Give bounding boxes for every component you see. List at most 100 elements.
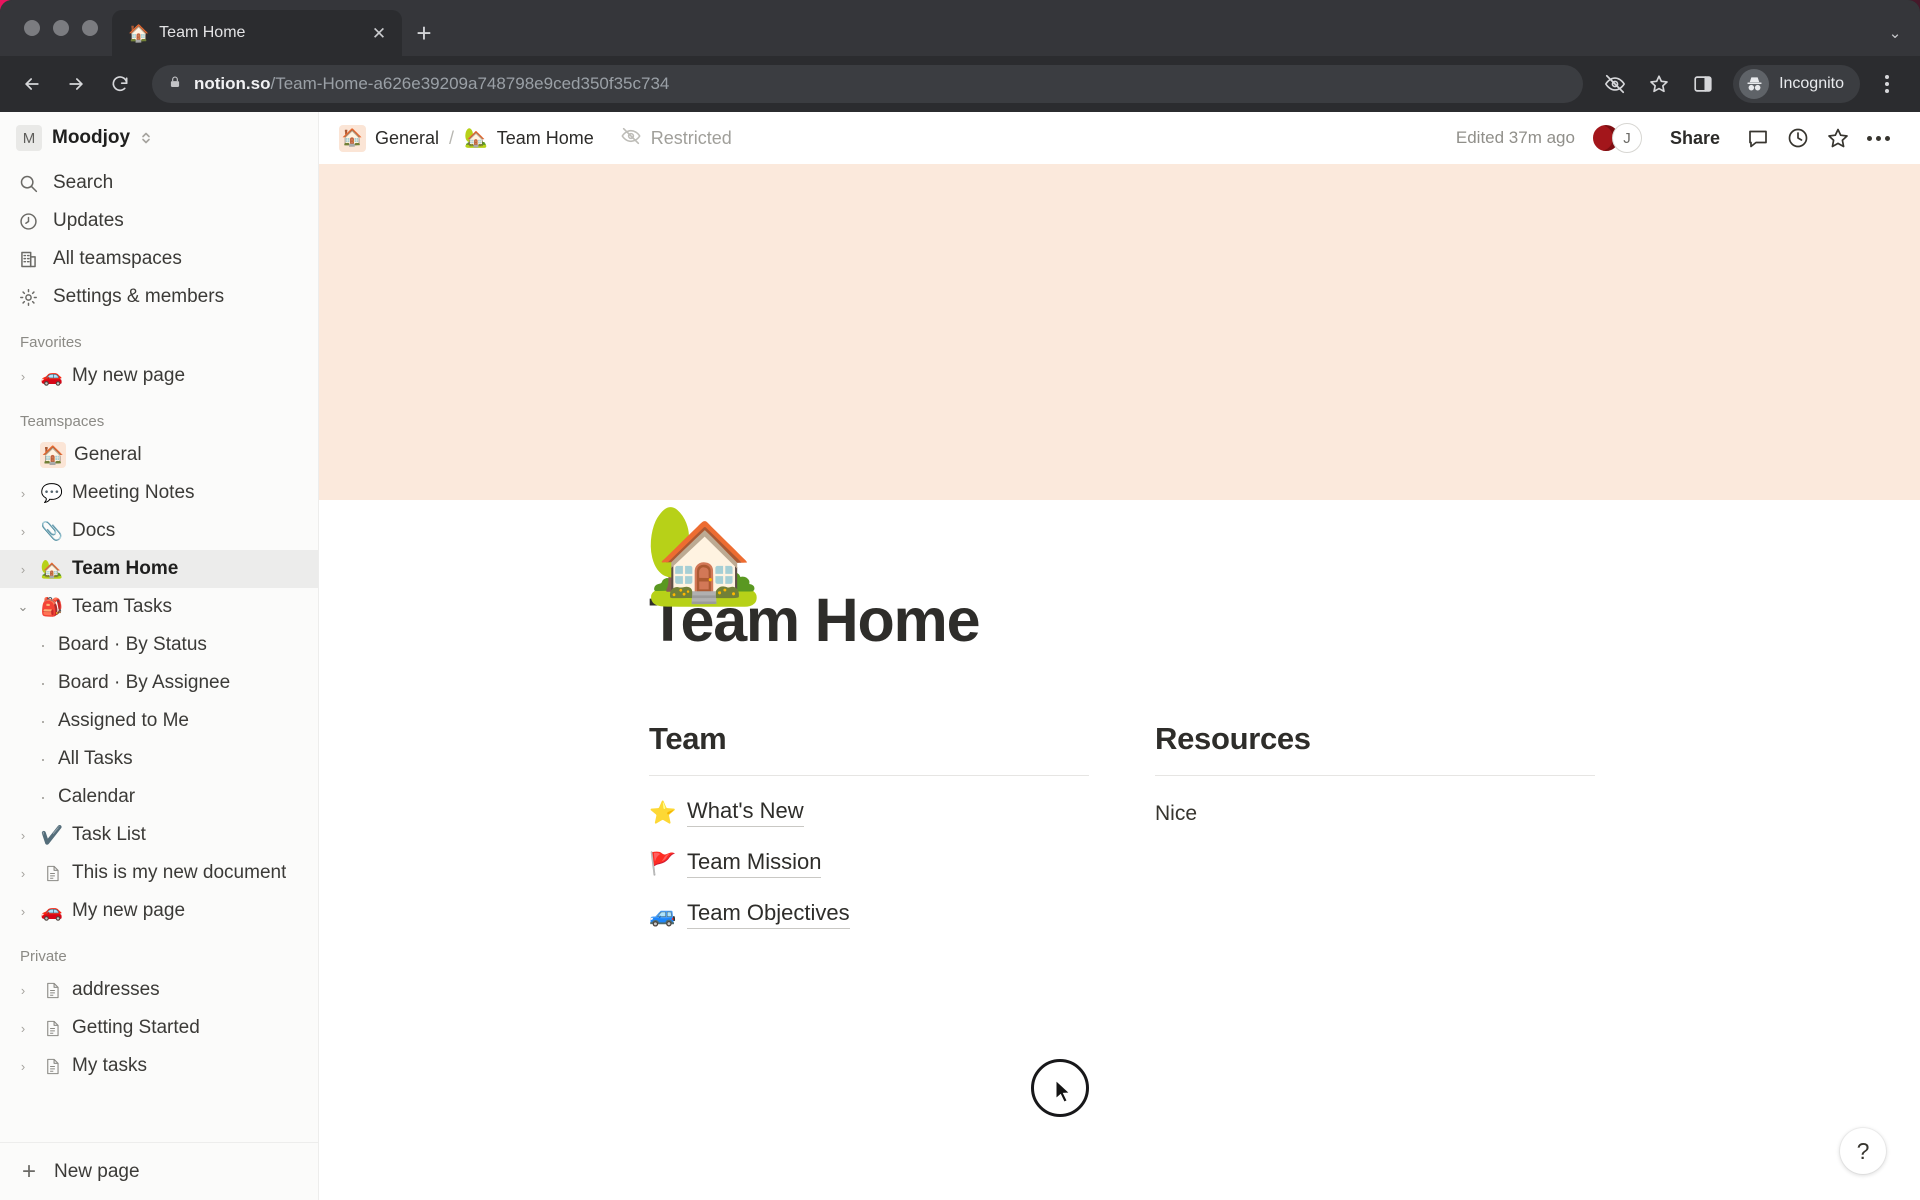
star-icon[interactable]	[1818, 118, 1858, 158]
column-heading[interactable]: Team	[649, 721, 1089, 757]
sidebar-item-label: Calendar	[58, 786, 136, 807]
page-link-label[interactable]: Team Objectives	[687, 900, 850, 929]
sidebar-item-this-is-my-new-document[interactable]: › This is my new document	[0, 854, 318, 892]
page-link-label[interactable]: Team Mission	[687, 849, 822, 878]
sidebar-section-teamspaces: Teamspaces	[20, 413, 105, 430]
close-window-button[interactable]	[24, 20, 40, 36]
restricted-badge[interactable]: Restricted	[620, 125, 732, 152]
kebab-menu-icon[interactable]	[1868, 64, 1906, 104]
page-link-team-objectives[interactable]: 🚙 Team Objectives	[649, 900, 1089, 929]
search-icon	[16, 173, 40, 194]
sidebar-item-calendar[interactable]: · Calendar	[0, 778, 318, 816]
browser-tab[interactable]: 🏠 Team Home ✕	[112, 10, 402, 56]
page-icon-house-with-garden-icon[interactable]: 🏡	[644, 507, 764, 603]
sidebar-item-general[interactable]: 🏠 General	[0, 436, 318, 474]
chevron-right-icon[interactable]: ›	[14, 1021, 32, 1036]
sidebar-item-settings-members[interactable]: Settings & members	[0, 278, 318, 316]
address-bar-url: notion.so/Team-Home-a626e39209a748798e9c…	[194, 74, 669, 94]
column-team: Team ⭐ What's New 🚩 Team Mission 🚙 Team …	[649, 721, 1089, 929]
sidebar-item-all-teamspaces[interactable]: All teamspaces	[0, 240, 318, 278]
breadcrumb-item-team-home[interactable]: Team Home	[497, 128, 594, 149]
column-heading[interactable]: Resources	[1155, 721, 1595, 757]
url-host: notion.so	[194, 74, 271, 93]
chevron-right-icon[interactable]: ›	[14, 1059, 32, 1074]
new-tab-button[interactable]: +	[402, 10, 446, 56]
page-title[interactable]: Team Home	[649, 585, 1920, 655]
close-tab-icon[interactable]: ✕	[366, 20, 392, 46]
incognito-avatar-icon	[1739, 69, 1770, 99]
divider	[649, 775, 1089, 776]
eye-off-icon	[620, 125, 642, 152]
notion-app: M Moodjoy Search Updates All teamspaces …	[0, 112, 1920, 1200]
workspace-switcher[interactable]: M Moodjoy	[0, 112, 318, 164]
mouse-cursor-icon	[1054, 1079, 1074, 1110]
help-button[interactable]: ?	[1840, 1128, 1886, 1174]
sidebar-item-addresses[interactable]: › addresses	[0, 971, 318, 1009]
sidebar-item-updates[interactable]: Updates	[0, 202, 318, 240]
minimize-window-button[interactable]	[53, 20, 69, 36]
sidebar-item-search[interactable]: Search	[0, 164, 318, 202]
sidebar: M Moodjoy Search Updates All teamspaces …	[0, 112, 319, 1200]
sidebar-item-meeting-notes[interactable]: › 💬 Meeting Notes	[0, 474, 318, 512]
star-icon: ⭐	[649, 799, 677, 825]
sidebar-item-board-by-status[interactable]: · Board · By Status	[0, 626, 318, 664]
profile-incognito-badge[interactable]: Incognito	[1733, 65, 1860, 103]
sidebar-item-team-tasks[interactable]: ⌄ 🎒 Team Tasks	[0, 588, 318, 626]
backpack-icon: 🎒	[40, 596, 64, 617]
window-traffic-lights[interactable]	[14, 0, 112, 56]
chevron-right-icon[interactable]: ›	[14, 904, 32, 919]
page-link-whats-new[interactable]: ⭐ What's New	[649, 798, 1089, 827]
share-button[interactable]: Share	[1660, 122, 1730, 155]
chevron-right-icon[interactable]: ›	[14, 524, 32, 539]
breadcrumb[interactable]: 🏠 General	[339, 124, 439, 152]
ellipsis-icon[interactable]	[1858, 118, 1898, 158]
breadcrumb-item-general[interactable]: General	[375, 128, 439, 149]
page-link-label[interactable]: What's New	[687, 798, 804, 827]
eye-off-icon[interactable]	[1595, 64, 1635, 104]
lock-icon	[168, 74, 182, 95]
triangular-flag-icon: 🚩	[649, 850, 677, 876]
sidebar-item-my-tasks[interactable]: › My tasks	[0, 1047, 318, 1085]
sidebar-scroll-area[interactable]: M Moodjoy Search Updates All teamspaces …	[0, 112, 318, 1142]
chevron-updown-icon	[140, 130, 152, 146]
comment-icon[interactable]	[1738, 118, 1778, 158]
sidebar-item-assigned-to-me[interactable]: · Assigned to Me	[0, 702, 318, 740]
sidebar-item-all-tasks[interactable]: · All Tasks	[0, 740, 318, 778]
sidebar-item-task-list[interactable]: › ✔️ Task List	[0, 816, 318, 854]
chevron-right-icon[interactable]: ›	[14, 486, 32, 501]
back-arrow-icon[interactable]	[12, 64, 52, 104]
collaborator-avatars[interactable]: J	[1590, 123, 1642, 153]
page-topbar: 🏠 General / 🏡 Team Home Restricted Edite…	[319, 112, 1920, 164]
avatar[interactable]: J	[1611, 123, 1642, 153]
star-icon[interactable]	[1639, 64, 1679, 104]
side-panel-icon[interactable]	[1683, 64, 1723, 104]
text-block[interactable]: Nice	[1155, 802, 1595, 826]
page-link-team-mission[interactable]: 🚩 Team Mission	[649, 849, 1089, 878]
page-cover-image[interactable]	[319, 164, 1920, 500]
chevron-right-icon[interactable]: ›	[14, 369, 32, 384]
sidebar-item-team-home[interactable]: › 🏡 Team Home	[0, 550, 318, 588]
chevron-down-icon[interactable]: ⌄	[14, 599, 32, 615]
car-icon: 🚗	[40, 900, 64, 921]
sidebar-item-getting-started[interactable]: › Getting Started	[0, 1009, 318, 1047]
breadcrumb-current[interactable]: 🏡 Team Home	[464, 126, 594, 150]
tab-search-chevron-down-icon[interactable]: ⌄	[1870, 10, 1920, 56]
chevron-right-icon[interactable]: ›	[14, 983, 32, 998]
sidebar-item-my-new-page[interactable]: › 🚗 My new page	[0, 892, 318, 930]
new-page-button[interactable]: + New page	[0, 1142, 318, 1200]
maximize-window-button[interactable]	[82, 20, 98, 36]
chevron-right-icon[interactable]: ›	[14, 866, 32, 881]
sidebar-item-my-new-page-fav[interactable]: › 🚗 My new page	[0, 357, 318, 395]
address-bar[interactable]: notion.so/Team-Home-a626e39209a748798e9c…	[152, 65, 1584, 103]
forward-arrow-icon[interactable]	[56, 64, 96, 104]
car-icon: 🚗	[40, 365, 64, 386]
sidebar-item-docs[interactable]: › 📎 Docs	[0, 512, 318, 550]
chevron-right-icon[interactable]: ›	[14, 562, 32, 577]
clock-icon[interactable]	[1778, 118, 1818, 158]
chevron-right-icon[interactable]: ›	[14, 828, 32, 843]
plus-icon: +	[21, 1157, 36, 1185]
sidebar-item-board-by-assignee[interactable]: · Board · By Assignee	[0, 664, 318, 702]
reload-icon[interactable]	[100, 64, 140, 104]
sidebar-item-label: Getting Started	[72, 1017, 200, 1038]
gear-icon	[16, 287, 40, 308]
